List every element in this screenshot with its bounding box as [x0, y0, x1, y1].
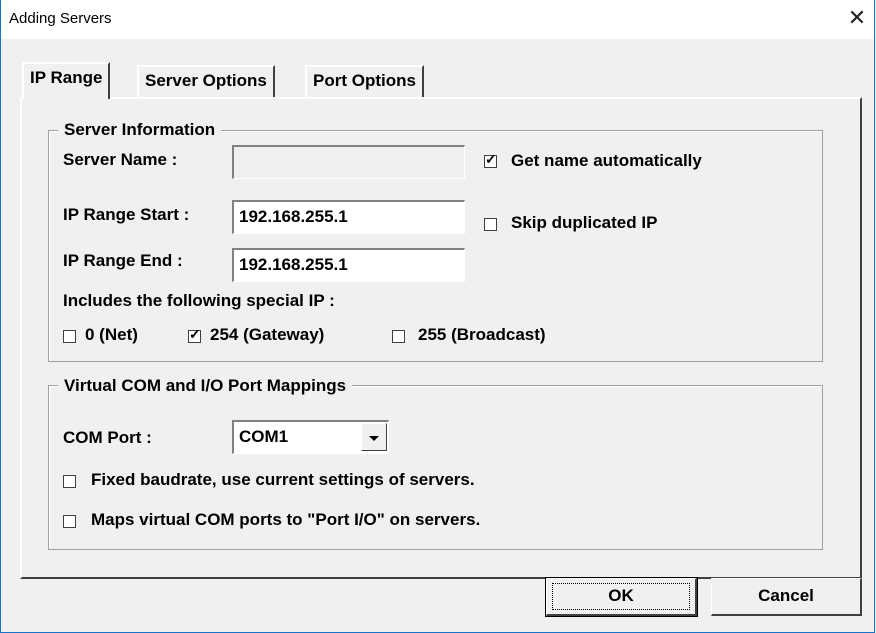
cancel-button[interactable]: Cancel — [711, 578, 862, 616]
ip-end-label: IP Range End : — [63, 251, 183, 270]
cancel-button-label: Cancel — [758, 586, 814, 605]
special-broadcast-label: 255 (Broadcast) — [418, 325, 546, 344]
maps-io-checkbox[interactable] — [63, 515, 76, 528]
tab-ip-range[interactable]: IP Range — [22, 62, 111, 99]
special-gateway-label: 254 (Gateway) — [210, 325, 325, 344]
server-name-label: Server Name : — [63, 150, 178, 169]
mapping-group-label: Virtual COM and I/O Port Mappings — [58, 376, 353, 396]
check-icon: ✓ — [485, 151, 497, 167]
focus-rectangle — [552, 583, 690, 610]
title-bar: Adding Servers ✕ — [0, 0, 875, 39]
skip-dup-checkbox[interactable] — [484, 218, 497, 231]
get-name-label: Get name automatically — [511, 151, 702, 170]
check-icon: ✓ — [189, 326, 201, 342]
tab-server-options[interactable]: Server Options — [137, 65, 275, 97]
special-ip-label: Includes the following special IP : — [63, 291, 335, 310]
ip-start-field[interactable]: 192.168.255.1 — [232, 200, 465, 234]
com-port-value: COM1 — [239, 427, 289, 446]
special-broadcast-checkbox[interactable] — [392, 330, 405, 343]
ok-button[interactable]: OK — [545, 577, 698, 617]
fixed-baud-checkbox[interactable] — [63, 475, 76, 488]
skip-dup-label: Skip duplicated IP — [511, 213, 658, 232]
com-port-label: COM Port : — [63, 428, 152, 447]
special-gateway-checkbox[interactable]: ✓ — [188, 326, 201, 343]
fixed-baud-label: Fixed baudrate, use current settings of … — [91, 470, 475, 489]
window-title: Adding Servers — [9, 10, 112, 27]
special-net-checkbox[interactable] — [63, 330, 76, 343]
get-name-checkbox[interactable]: ✓ — [484, 151, 497, 168]
server-info-group-label: Server Information — [58, 120, 222, 140]
server-name-field[interactable] — [232, 145, 465, 179]
com-port-select[interactable]: COM1 — [232, 420, 389, 454]
close-icon[interactable]: ✕ — [844, 5, 870, 31]
maps-io-label: Maps virtual COM ports to "Port I/O" on … — [91, 510, 481, 529]
com-port-dropdown-button[interactable] — [361, 423, 387, 451]
ip-end-field[interactable]: 192.168.255.1 — [232, 248, 465, 282]
tab-port-options[interactable]: Port Options — [305, 65, 424, 97]
chevron-down-icon — [369, 436, 379, 441]
special-net-label: 0 (Net) — [85, 325, 138, 344]
ip-start-label: IP Range Start : — [63, 205, 190, 224]
